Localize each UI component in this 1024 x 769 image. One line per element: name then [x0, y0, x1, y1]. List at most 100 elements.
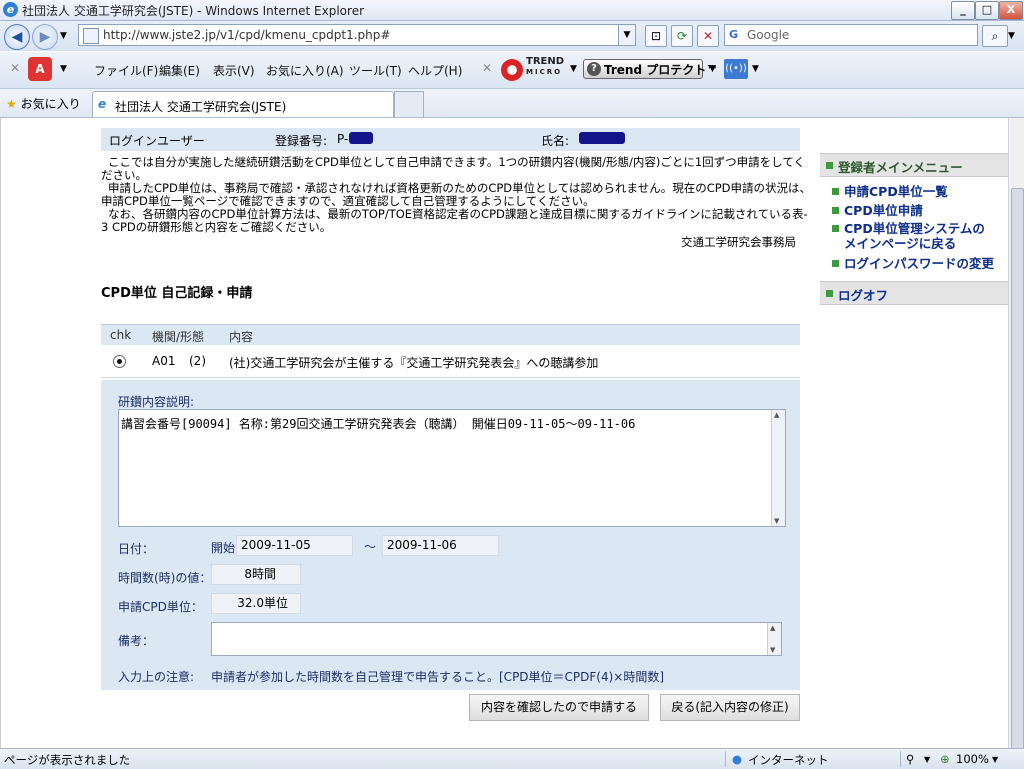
- hours-unit: 時間: [251, 567, 276, 581]
- redacted-name: [579, 132, 625, 144]
- menu-tools[interactable]: ツール(T): [349, 62, 402, 79]
- cpd-unit: 単位: [263, 596, 288, 610]
- google-icon: G: [729, 28, 739, 41]
- favorites-bar: ★ お気に入り e 社団法人 交通工学研究会(JSTE): [0, 89, 1024, 118]
- row-org: A01: [152, 354, 176, 368]
- browser-tab[interactable]: e 社団法人 交通工学研究会(JSTE): [92, 91, 394, 117]
- compat-view-icon: ⊡: [650, 29, 662, 43]
- search-placeholder: Google: [747, 28, 790, 42]
- side-link-password[interactable]: ログインパスワードの変更: [844, 256, 994, 271]
- zoom-dropdown-icon[interactable]: ▼: [992, 755, 998, 764]
- menu-edit[interactable]: 編集(E): [159, 62, 200, 79]
- logoff-row[interactable]: ログオフ: [820, 281, 1008, 305]
- side-menu-title: 登録者メインメニュー: [838, 160, 963, 175]
- notes-textarea[interactable]: [211, 622, 782, 656]
- wifi-dropdown-icon[interactable]: ▼: [752, 64, 759, 74]
- trend-micro-logo-icon: [501, 59, 523, 81]
- col-chk: chk: [110, 328, 132, 342]
- description-scrollbar[interactable]: [771, 410, 785, 526]
- search-button[interactable]: ⌕: [982, 25, 1008, 47]
- tab-ie-icon: e: [98, 97, 107, 111]
- search-icon: ⌕: [991, 29, 999, 43]
- cpd-value: 32.0: [237, 596, 264, 610]
- protected-mode-icon[interactable]: ⚲: [906, 752, 914, 766]
- menu-square-icon: [826, 290, 833, 297]
- history-dropdown-icon[interactable]: ▼: [60, 31, 67, 41]
- status-divider: [725, 751, 726, 767]
- close-window-button[interactable]: X: [999, 1, 1023, 20]
- ie-logo-icon: e: [3, 2, 18, 17]
- side-link-main-page[interactable]: CPD単位管理システムの メインページに戻る: [844, 221, 985, 251]
- cpd-field[interactable]: 32.0単位: [211, 593, 301, 614]
- side-link-cpd-list[interactable]: 申請CPD単位一覧: [844, 184, 948, 199]
- zoom-level[interactable]: 100%: [956, 752, 989, 766]
- favorites-button[interactable]: ★ お気に入り: [6, 95, 81, 112]
- back-arrow-icon: ◀: [11, 29, 23, 45]
- menu-view[interactable]: 表示(V): [213, 62, 255, 79]
- wifi-toolbar-icon[interactable]: ((•)): [724, 59, 748, 79]
- close-toolbar2-icon[interactable]: ✕: [482, 61, 492, 75]
- trend-logo-text: TREND MICRO: [526, 57, 564, 77]
- address-field[interactable]: http://www.jste2.jp/v1/cpd/kmenu_cpdpt1.…: [78, 24, 636, 46]
- forward-arrow-icon: ▶: [39, 29, 51, 45]
- stop-button[interactable]: ✕: [697, 25, 719, 47]
- page-icon: [83, 28, 99, 44]
- back-button[interactable]: ◀: [4, 24, 30, 50]
- hours-value: 8: [244, 567, 252, 581]
- caution-label: 入力上の注意:: [118, 670, 195, 684]
- forward-button[interactable]: ▶: [32, 24, 58, 50]
- bullet-square-icon: [832, 225, 839, 232]
- trend-protect-dropdown-icon[interactable]: ▼: [709, 64, 716, 74]
- refresh-icon: ⟳: [676, 29, 688, 43]
- search-options-icon[interactable]: ▼: [1008, 31, 1015, 41]
- refresh-button[interactable]: ⟳: [671, 25, 693, 47]
- office-name: 交通工学研究会事務局: [681, 235, 796, 249]
- star-icon: ★: [6, 97, 17, 111]
- page-scrollbar[interactable]: [1008, 118, 1024, 750]
- back-edit-button[interactable]: 戻る(記入内容の修正): [660, 694, 800, 721]
- hours-field[interactable]: 8時間: [211, 564, 301, 585]
- tab-title: 社団法人 交通工学研究会(JSTE): [115, 100, 287, 114]
- bullet-square-icon: [832, 260, 839, 267]
- side-menu-header: 登録者メインメニュー: [820, 153, 1008, 177]
- scrollbar-thumb[interactable]: [1011, 188, 1024, 750]
- menu-help[interactable]: ヘルプ(H): [408, 62, 462, 79]
- trend-dropdown-icon[interactable]: ▼: [570, 64, 577, 74]
- compat-view-button[interactable]: ⊡: [645, 25, 667, 47]
- maximize-button[interactable]: □: [975, 1, 999, 20]
- row-radio[interactable]: [113, 355, 126, 368]
- status-message: ページが表示されました: [4, 753, 131, 767]
- question-icon: ?: [587, 62, 601, 76]
- description-text: 講習会番号[90094] 名称:第29回交通工学研究発表会（聴講） 開催日09-…: [121, 417, 636, 431]
- login-user-bar: ログインユーザー 登録番号: P- 氏名:: [101, 128, 800, 151]
- address-toolbar: ◀ ▶ ▼ http://www.jste2.jp/v1/cpd/kmenu_c…: [0, 21, 1024, 51]
- close-toolbar-icon[interactable]: ✕: [10, 61, 20, 75]
- address-dropdown-icon[interactable]: ▼: [618, 25, 635, 45]
- notes-scrollbar[interactable]: [767, 623, 781, 655]
- submit-button[interactable]: 内容を確認したので申請する: [469, 694, 649, 721]
- new-tab-button[interactable]: [394, 91, 424, 117]
- start-label: 開始: [211, 541, 236, 555]
- bullet-square-icon: [832, 188, 839, 195]
- search-box[interactable]: G Google: [724, 24, 978, 46]
- side-link-cpd-apply[interactable]: CPD単位申請: [844, 203, 923, 218]
- logoff-link[interactable]: ログオフ: [838, 285, 888, 304]
- pdf-icon[interactable]: A: [28, 57, 52, 81]
- protected-mode-dropdown-icon[interactable]: ▼: [924, 755, 930, 764]
- stop-icon: ✕: [702, 29, 714, 43]
- table-row: A01 (2) (社)交通工学研究会が主催する『交通工学研究発表会』への聴講参加: [101, 345, 800, 378]
- notes-label: 備考：: [118, 634, 155, 648]
- row-form: (2): [189, 354, 206, 368]
- desc-label: 研鑽内容説明:: [118, 395, 195, 409]
- reg-no-label: 登録番号:: [275, 134, 328, 148]
- description-textarea[interactable]: 講習会番号[90094] 名称:第29回交通工学研究発表会（聴講） 開催日09-…: [118, 409, 786, 527]
- trend-protect-button[interactable]: ? Trend プロテクト™: [583, 59, 718, 79]
- menu-favorites[interactable]: お気に入り(A): [266, 62, 344, 79]
- end-date-field[interactable]: 2009-11-06: [382, 535, 499, 556]
- start-date-field[interactable]: 2009-11-05: [236, 535, 353, 556]
- pdf-dropdown-icon[interactable]: ▼: [60, 64, 67, 74]
- menu-file[interactable]: ファイル(F): [94, 62, 158, 79]
- minimize-button[interactable]: _: [951, 1, 975, 20]
- trend-logo-bottom: MICRO: [526, 68, 563, 76]
- title-bar: e 社団法人 交通工学研究会(JSTE) - Windows Internet …: [0, 0, 1024, 21]
